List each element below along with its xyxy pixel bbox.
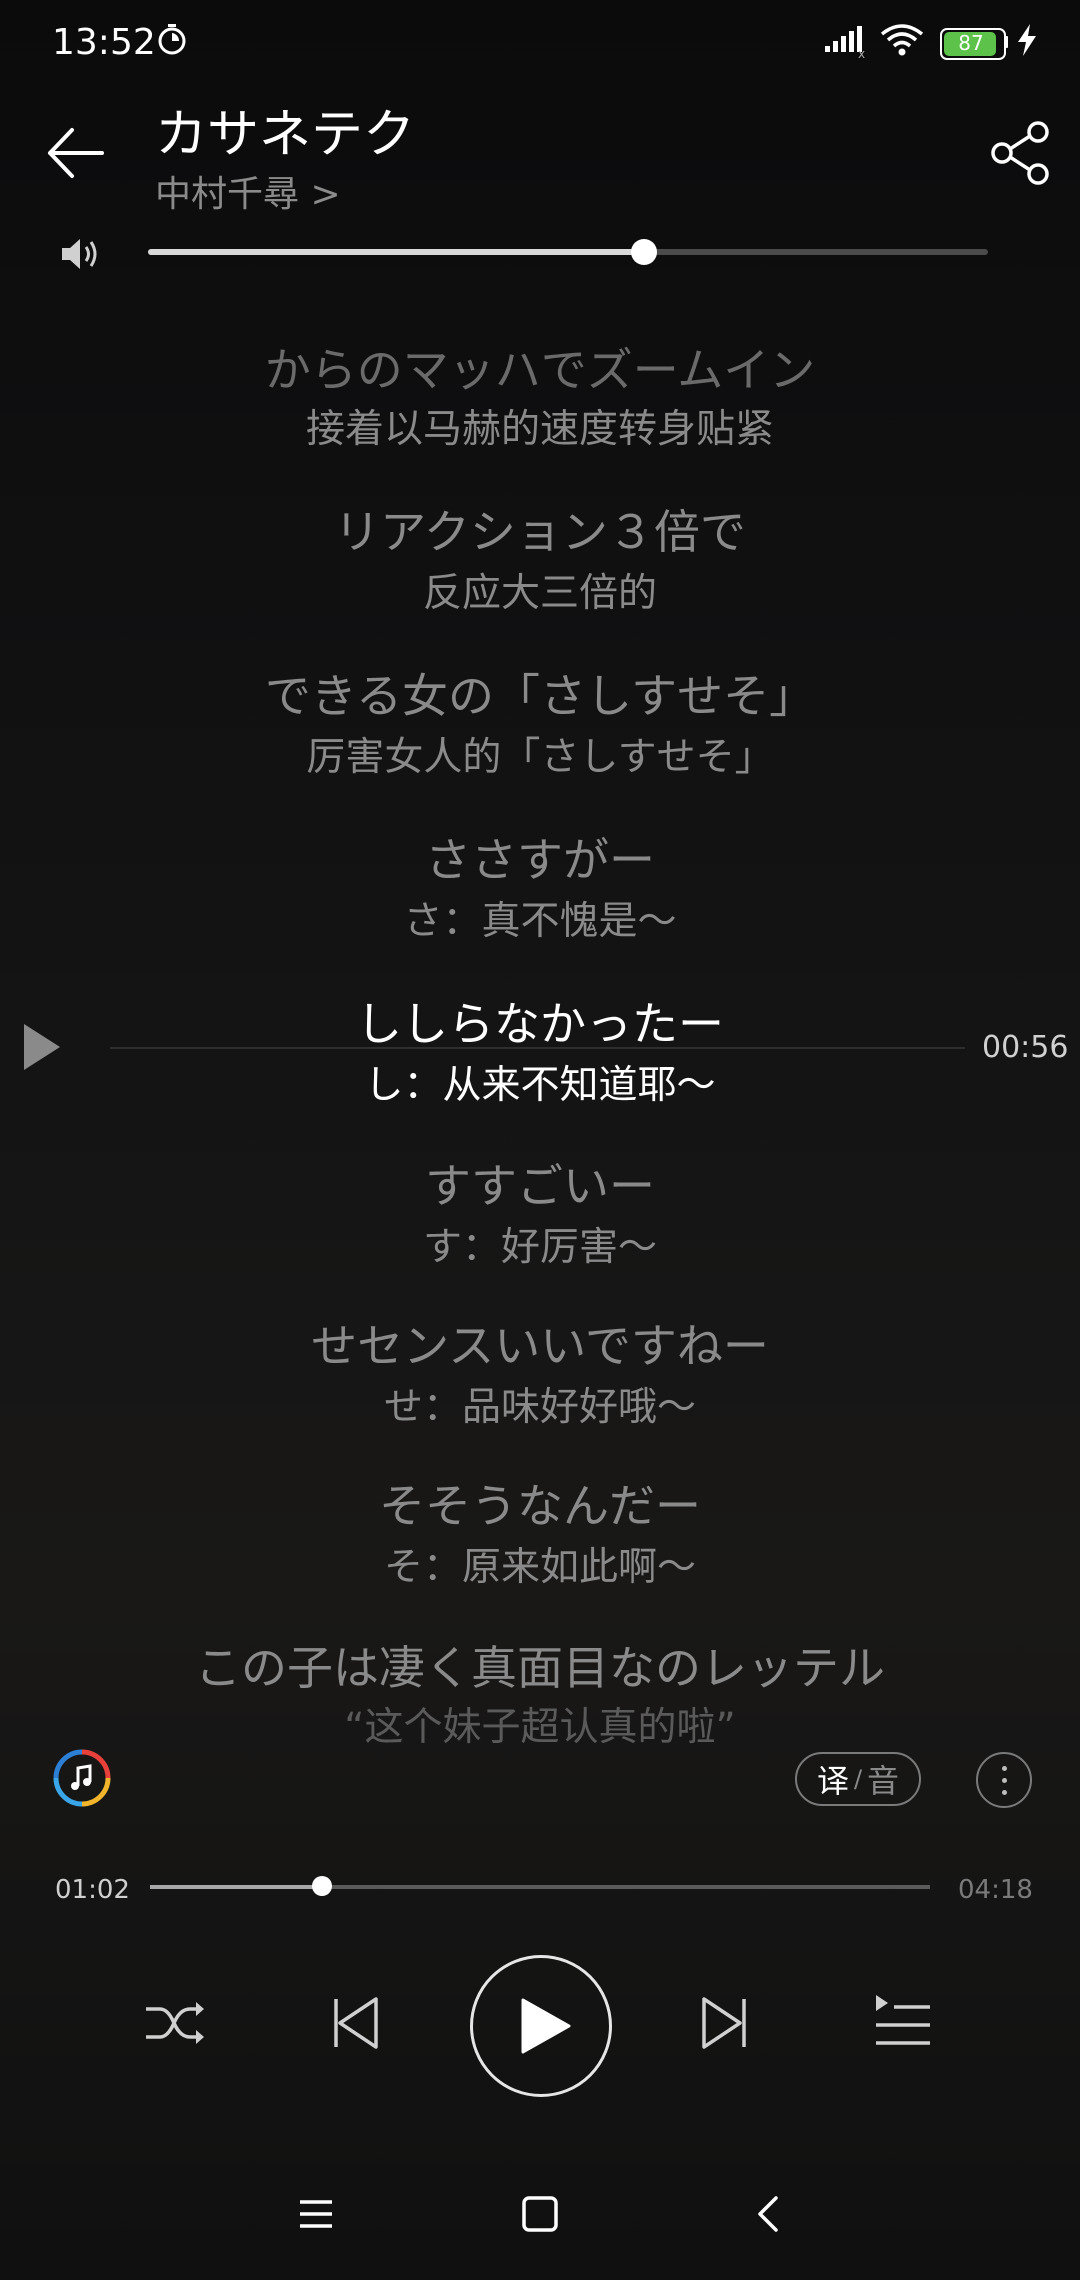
lyric-line: そそうなんだー bbox=[379, 1479, 701, 1533]
lyric-line: ささすがー bbox=[425, 833, 655, 887]
lyric-translation: さ：真不愧是～ bbox=[403, 899, 677, 944]
lyric-translation: 厉害女人的「さしすせそ」 bbox=[306, 735, 774, 780]
playlist-icon[interactable] bbox=[864, 1985, 940, 2061]
total-time: 04:18 bbox=[958, 1875, 1033, 1905]
artist-link[interactable]: 中村千尋 > bbox=[155, 165, 341, 217]
lyric-translation: 接着以马赫的速度转身贴紧 bbox=[305, 407, 774, 452]
lyric-translation-current: し：从来不知道耶～ bbox=[364, 1063, 716, 1108]
lyric-translation: せ：品味好好哦～ bbox=[383, 1385, 696, 1430]
romaji-option: 音 bbox=[867, 1762, 900, 1800]
previous-track-icon[interactable] bbox=[318, 1985, 394, 2061]
lyric-translation: 反应大三倍的 bbox=[422, 571, 657, 616]
lyric-translation: す：好厉害～ bbox=[422, 1225, 657, 1270]
more-options-button[interactable] bbox=[976, 1752, 1032, 1808]
lyric-line: からのマッハでズームイン bbox=[264, 343, 816, 397]
signal-icon: x bbox=[825, 26, 865, 58]
translate-separator: / bbox=[853, 1765, 863, 1793]
lyric-line: すすごいー bbox=[425, 1159, 655, 1213]
back-arrow-icon[interactable] bbox=[42, 118, 112, 188]
lyric-translation: “这个妹子超认真的啦” bbox=[344, 1705, 736, 1750]
music-app-logo-icon[interactable] bbox=[52, 1748, 112, 1808]
home-nav-icon[interactable] bbox=[516, 2190, 564, 2238]
song-title: カサネテク bbox=[155, 105, 416, 165]
wifi-icon bbox=[880, 24, 924, 56]
volume-slider-fill bbox=[148, 249, 644, 255]
play-button[interactable] bbox=[470, 1955, 612, 2097]
lyric-seek-time: 00:56 bbox=[982, 1030, 1069, 1065]
shuffle-icon[interactable] bbox=[138, 1985, 214, 2061]
play-icon bbox=[521, 1998, 571, 2054]
playback-progress-thumb[interactable] bbox=[312, 1876, 332, 1896]
lyric-seek-line bbox=[110, 1047, 965, 1049]
volume-icon bbox=[62, 239, 97, 269]
battery-icon: 87 bbox=[940, 28, 1006, 60]
translate-option: 译 bbox=[816, 1762, 849, 1800]
charging-icon bbox=[1018, 24, 1036, 56]
lyric-line-current: ししらなかったー bbox=[356, 997, 724, 1051]
translation-toggle[interactable]: 译 / 音 bbox=[795, 1752, 921, 1806]
svg-text:x: x bbox=[858, 47, 865, 58]
more-dot bbox=[1002, 1766, 1007, 1771]
lyric-translation: そ：原来如此啊～ bbox=[383, 1545, 696, 1590]
current-time: 01:02 bbox=[55, 1875, 130, 1905]
more-dot bbox=[1002, 1790, 1007, 1795]
lyrics-panel[interactable]: からのマッハでズームイン 接着以马赫的速度转身贴紧 リアクション３倍で 反应大三… bbox=[0, 330, 1080, 1750]
playback-progress-fill bbox=[150, 1885, 322, 1889]
play-from-here-icon[interactable] bbox=[20, 1020, 64, 1074]
battery-tip bbox=[1004, 36, 1008, 48]
share-icon[interactable] bbox=[986, 118, 1056, 188]
menu-nav-icon[interactable] bbox=[292, 2190, 340, 2238]
timer-icon bbox=[158, 24, 186, 55]
battery-level: 87 bbox=[958, 31, 984, 55]
status-time: 13:52 bbox=[52, 22, 156, 63]
lyric-line: この子は凄く真面目なのレッテル bbox=[195, 1641, 885, 1695]
lyric-line: せセンスいいですねー bbox=[311, 1319, 769, 1373]
back-nav-icon[interactable] bbox=[744, 2190, 792, 2238]
lyric-line: リアクション３倍で bbox=[334, 505, 746, 559]
volume-slider-thumb[interactable] bbox=[631, 239, 657, 265]
more-dot bbox=[1002, 1778, 1007, 1783]
lyric-line: できる女の「さしすせそ」 bbox=[264, 669, 816, 723]
next-track-icon[interactable] bbox=[686, 1985, 762, 2061]
